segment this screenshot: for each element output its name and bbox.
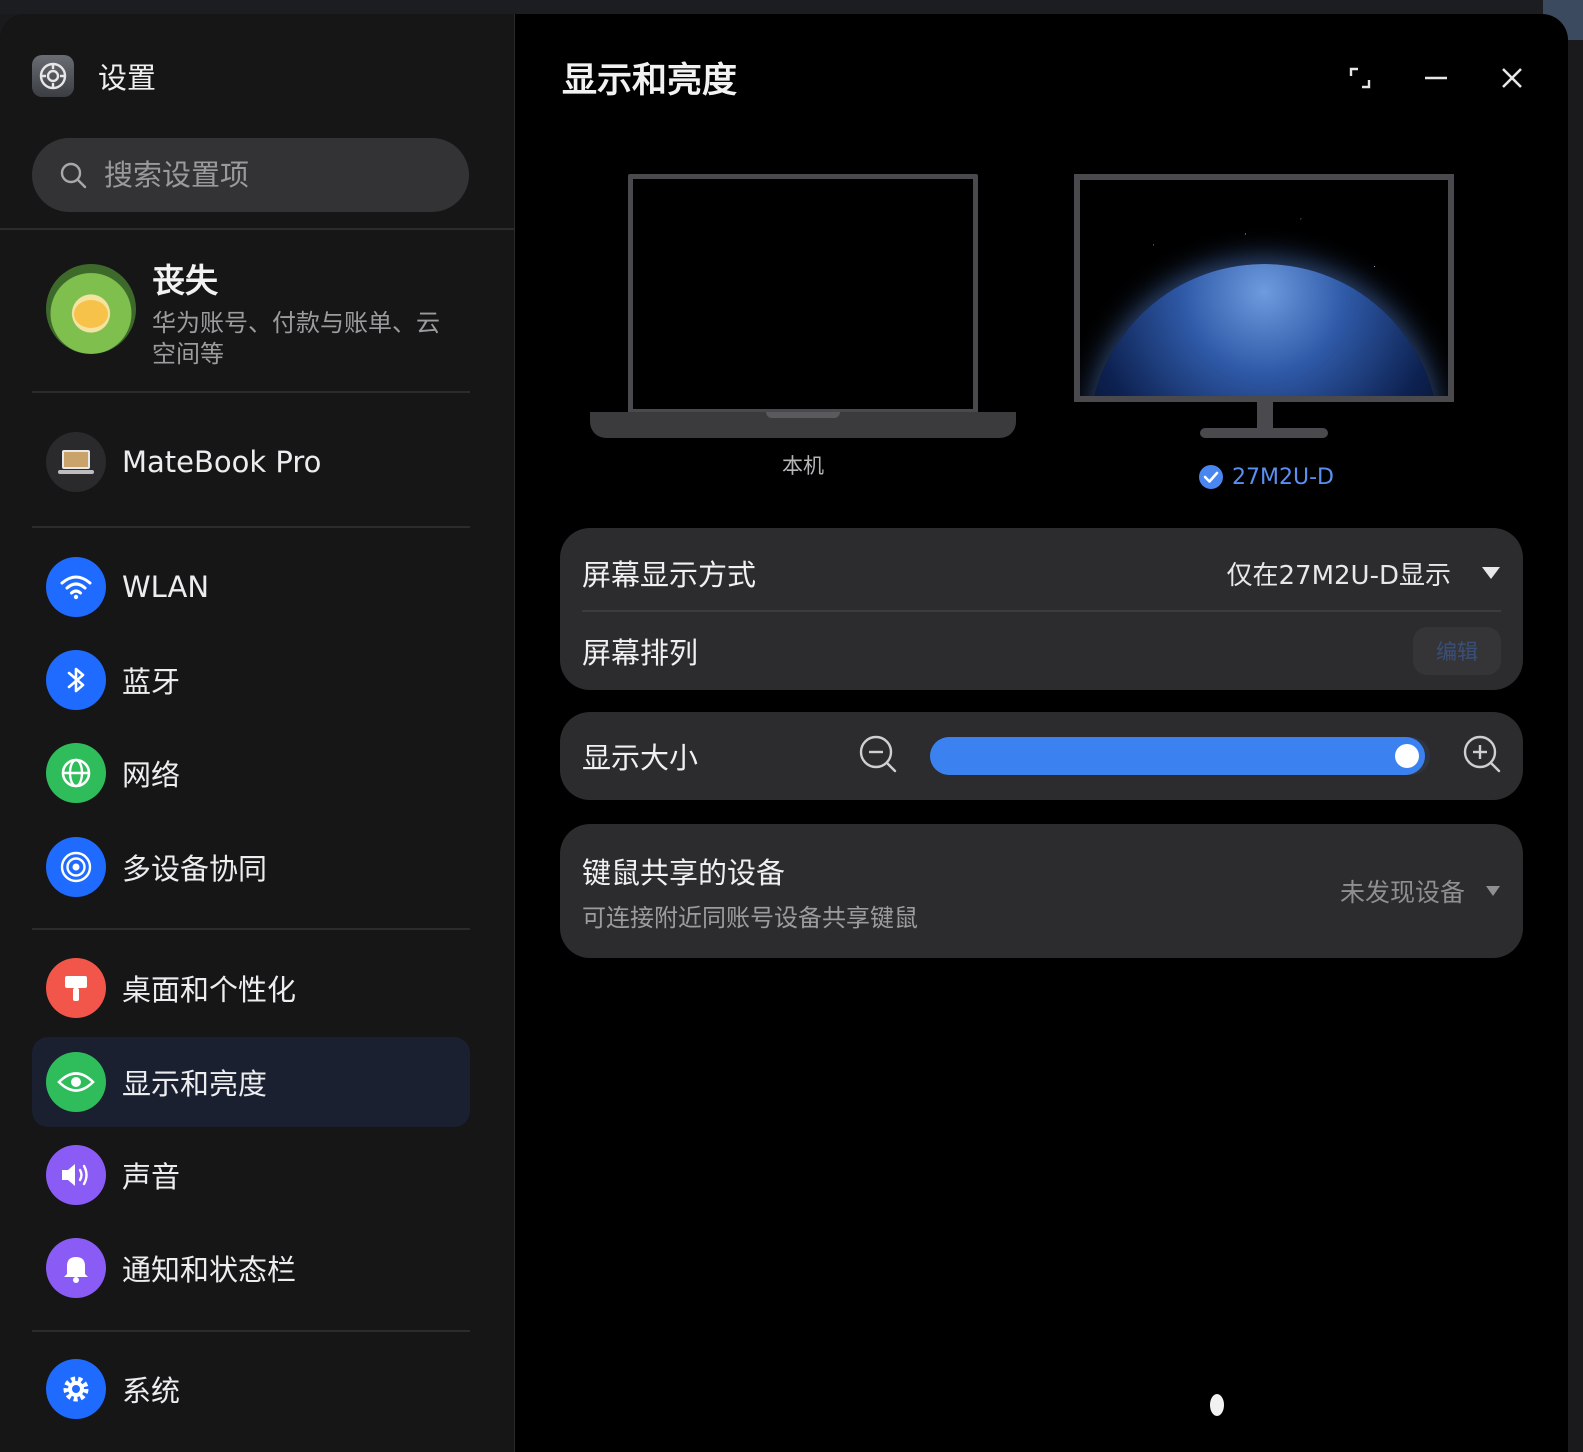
divider — [582, 610, 1501, 612]
sidebar-item-label: WLAN — [122, 570, 210, 604]
sidebar-item-label: 桌面和个性化 — [122, 973, 297, 1007]
eye-icon — [46, 1052, 106, 1112]
maximize-button[interactable] — [1342, 60, 1378, 96]
search-box[interactable] — [32, 138, 469, 212]
gear-icon — [46, 1359, 106, 1419]
zoom-in-button[interactable] — [1462, 734, 1502, 778]
divider — [0, 228, 515, 230]
display-size-card: 显示大小 — [560, 712, 1523, 800]
close-icon — [1502, 68, 1522, 88]
sidebar-item-display[interactable]: 显示和亮度 — [32, 1037, 470, 1127]
display-mode-select[interactable]: 仅在27M2U-D显示 — [1227, 555, 1502, 592]
zoom-in-icon — [1463, 735, 1501, 773]
close-button[interactable] — [1494, 60, 1530, 96]
app-title: 设置 — [98, 61, 157, 95]
globe-icon — [46, 743, 106, 803]
account-card[interactable]: 丧失 华为账号、付款与账单、云空间等 — [46, 252, 476, 372]
display-mode-card: 屏幕显示方式 仅在27M2U-D显示 屏幕排列 编辑 — [560, 528, 1523, 690]
desktop-strip — [0, 0, 1583, 14]
minimize-button[interactable] — [1418, 60, 1454, 96]
gear-icon — [32, 55, 74, 97]
display-size-slider[interactable] — [930, 737, 1430, 775]
divider — [32, 1330, 470, 1332]
avatar — [46, 264, 136, 354]
device-item-matebook[interactable]: MateBook Pro — [46, 432, 321, 492]
account-name: 丧失 — [152, 261, 218, 300]
check-circle-icon — [1199, 465, 1223, 489]
caret-down-icon — [1486, 886, 1500, 896]
settings-window: 设置 丧失 华为账号、付款与账单、云空间等 MateBook Pro — [0, 14, 1568, 1452]
speaker-icon — [46, 1145, 106, 1205]
sidebar-item-label: 通知和状态栏 — [122, 1253, 297, 1287]
kb-mouse-value: 未发现设备 — [1339, 878, 1465, 907]
kb-mouse-select[interactable]: 未发现设备 — [1340, 873, 1501, 909]
sidebar-item-system[interactable]: 系统 — [32, 1344, 470, 1434]
display-size-label: 显示大小 — [582, 741, 699, 775]
external-screen-label: 27M2U-D — [1198, 464, 1334, 490]
slider-thumb[interactable] — [1395, 744, 1419, 768]
kb-mouse-description: 可连接附近同账号设备共享键鼠 — [582, 903, 918, 932]
monitor-neck — [1257, 400, 1273, 430]
kb-mouse-label: 键鼠共享的设备 — [582, 855, 786, 890]
sidebar-item-notifications[interactable]: 通知和状态栏 — [32, 1223, 470, 1313]
brush-icon — [46, 958, 106, 1018]
app-header: 设置 — [32, 54, 156, 98]
bluetooth-icon — [46, 650, 106, 710]
display-size-row: 显示大小 — [582, 712, 698, 800]
zoom-out-icon — [859, 735, 897, 773]
display-size-control — [858, 712, 1502, 800]
device-label: MateBook Pro — [122, 445, 322, 479]
sidebar-item-label: 蓝牙 — [122, 665, 181, 699]
sidebar-item-label: 声音 — [122, 1160, 181, 1194]
account-description: 华为账号、付款与账单、云空间等 — [152, 309, 440, 368]
arrangement-label: 屏幕排列 — [582, 636, 699, 670]
mouse-cursor — [1210, 1394, 1224, 1416]
external-screen-display — [1074, 174, 1454, 402]
screen-preview: 本机 27M2U-D — [516, 164, 1568, 494]
local-screen-label: 本机 — [782, 454, 824, 478]
sidebar-item-bluetooth[interactable]: 蓝牙 — [32, 635, 470, 725]
window-controls — [1342, 60, 1530, 96]
kb-mouse-row[interactable]: 键鼠共享的设备 可连接附近同账号设备共享键鼠 未发现设备 — [582, 824, 1501, 958]
display-mode-label: 屏幕显示方式 — [582, 558, 757, 592]
search-icon — [60, 162, 87, 189]
divider — [32, 391, 470, 393]
sidebar-item-multi-device[interactable]: 多设备协同 — [32, 822, 470, 912]
zoom-out-button[interactable] — [858, 734, 898, 778]
laptop-icon — [46, 432, 106, 492]
maximize-icon — [1349, 67, 1371, 89]
page-title: 显示和亮度 — [562, 61, 738, 101]
laptop-notch — [766, 412, 840, 418]
arrangement-row: 屏幕排列 编辑 — [582, 620, 1501, 682]
external-screen-name: 27M2U-D — [1232, 464, 1334, 490]
edit-button[interactable]: 编辑 — [1413, 627, 1501, 675]
wifi-icon — [46, 557, 106, 617]
caret-down-icon — [1482, 567, 1500, 579]
sidebar-item-desktop[interactable]: 桌面和个性化 — [32, 943, 470, 1033]
sidebar-item-label: 系统 — [122, 1374, 181, 1408]
sidebar-item-wlan[interactable]: WLAN — [32, 542, 470, 632]
sidebar-item-sound[interactable]: 声音 — [32, 1130, 470, 1220]
sidebar-item-label: 网络 — [122, 758, 181, 792]
local-screen-display — [628, 174, 978, 414]
minimize-icon — [1425, 76, 1447, 80]
monitor-foot — [1200, 428, 1328, 438]
divider — [32, 526, 470, 528]
sidebar-item-network[interactable]: 网络 — [32, 728, 470, 818]
main-panel: 显示和亮度 本机 27M2U-D 屏幕显示方式 仅在27M2U-D显示 屏幕排列… — [516, 14, 1568, 1452]
sidebar-item-label: 显示和亮度 — [122, 1067, 268, 1101]
display-mode-value: 仅在27M2U-D显示 — [1226, 560, 1452, 591]
divider — [32, 928, 470, 930]
search-input[interactable] — [104, 158, 434, 192]
bell-icon — [46, 1238, 106, 1298]
display-mode-row[interactable]: 屏幕显示方式 仅在27M2U-D显示 — [582, 542, 1501, 604]
slider-fill — [930, 737, 1425, 775]
sidebar-item-label: 多设备协同 — [122, 852, 268, 886]
sidebar: 设置 丧失 华为账号、付款与账单、云空间等 MateBook Pro — [0, 14, 515, 1452]
kb-mouse-card: 键鼠共享的设备 可连接附近同账号设备共享键鼠 未发现设备 — [560, 824, 1523, 958]
multi-device-icon — [46, 837, 106, 897]
